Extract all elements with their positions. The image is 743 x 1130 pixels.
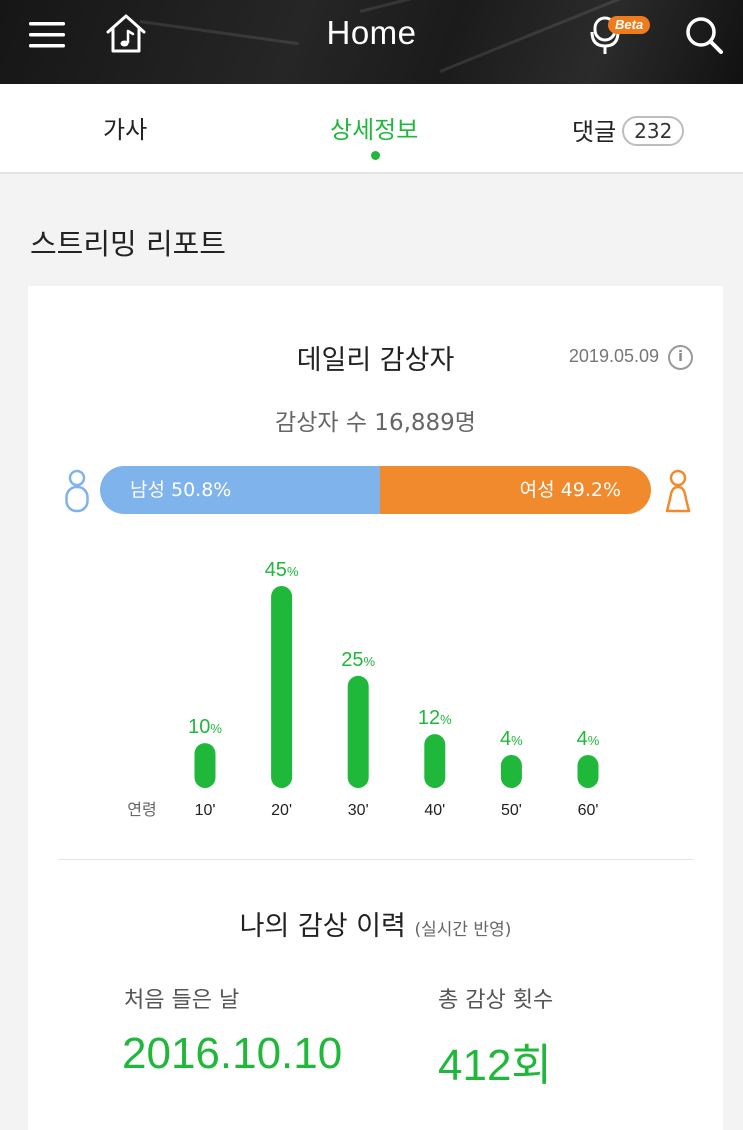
total-plays-count: 412회 <box>438 1041 552 1090</box>
info-icon[interactable]: i <box>668 345 693 370</box>
active-tab-indicator <box>371 151 380 160</box>
streaming-report-card: 데일리 감상자 2019.05.09 i 감상자 수 16,889명 남성 50… <box>28 286 723 1130</box>
tab-comments[interactable]: 댓글 232 <box>572 112 685 147</box>
female-share: 여성 49.2% <box>379 466 651 514</box>
male-person-icon <box>64 469 90 517</box>
age-bar-value: 25% <box>341 649 375 671</box>
tab-lyrics[interactable]: 가사 <box>103 110 147 145</box>
age-bar-value: 10% <box>188 716 222 738</box>
first-listen-date: 2016.10.10 <box>122 1029 343 1078</box>
gender-ratio-bar: 남성 50.8% 여성 49.2% <box>100 466 651 514</box>
listener-count: 감상자 수 16,889명 <box>275 410 476 436</box>
age-bar <box>577 755 599 788</box>
age-category-label: 10' <box>195 802 216 819</box>
section-title: 스트리밍 리포트 <box>30 227 226 261</box>
tab-bar: 가사 상세정보 댓글 232 <box>0 84 743 174</box>
tab-lyrics-label: 가사 <box>103 116 148 144</box>
age-distribution-chart: 연령 10% 10' 45% 20' 25% 30' 12% 40' 4% 50' 4% 60' <box>127 559 600 819</box>
report-date: 2019.05.09 <box>568 346 659 366</box>
age-bar <box>347 675 369 788</box>
age-bar-value: 4% <box>577 728 600 750</box>
beta-badge: Beta <box>608 16 651 34</box>
age-category-label: 20' <box>271 802 292 819</box>
age-category-label: 40' <box>424 802 445 819</box>
tab-comments-label: 댓글 <box>572 118 617 146</box>
age-axis-label: 연령 <box>127 800 156 819</box>
comment-count-badge: 232 <box>622 116 685 146</box>
age-category-label: 60' <box>578 802 599 819</box>
age-bar <box>271 586 293 788</box>
listening-history-label: 나의 감상 이력 <box>239 911 406 942</box>
listening-history-title: 나의 감상 이력 (실시간 반영) <box>28 904 723 943</box>
age-bar-value: 45% <box>265 559 299 581</box>
age-bar <box>194 743 216 788</box>
realtime-note: (실시간 반영) <box>414 920 512 940</box>
age-category-label: 30' <box>348 802 369 819</box>
female-person-icon <box>664 469 692 517</box>
male-share-label: 남성 50.8% <box>130 479 232 501</box>
divider <box>58 859 693 860</box>
tab-details-label: 상세정보 <box>330 116 419 144</box>
male-share: 남성 50.8% <box>100 466 380 514</box>
age-bar <box>500 755 522 788</box>
first-listen-label: 처음 들은 날 <box>124 988 240 1013</box>
female-share-label: 여성 49.2% <box>519 479 621 501</box>
search-icon[interactable] <box>682 14 726 56</box>
total-plays-label: 총 감상 횟수 <box>438 988 554 1013</box>
age-category-label: 50' <box>501 802 522 819</box>
age-bar-value: 12% <box>418 707 452 729</box>
age-bar <box>424 734 446 788</box>
tab-details[interactable]: 상세정보 <box>330 110 418 145</box>
age-bar-value: 4% <box>500 728 523 750</box>
top-bar: Home Beta <box>0 0 743 84</box>
